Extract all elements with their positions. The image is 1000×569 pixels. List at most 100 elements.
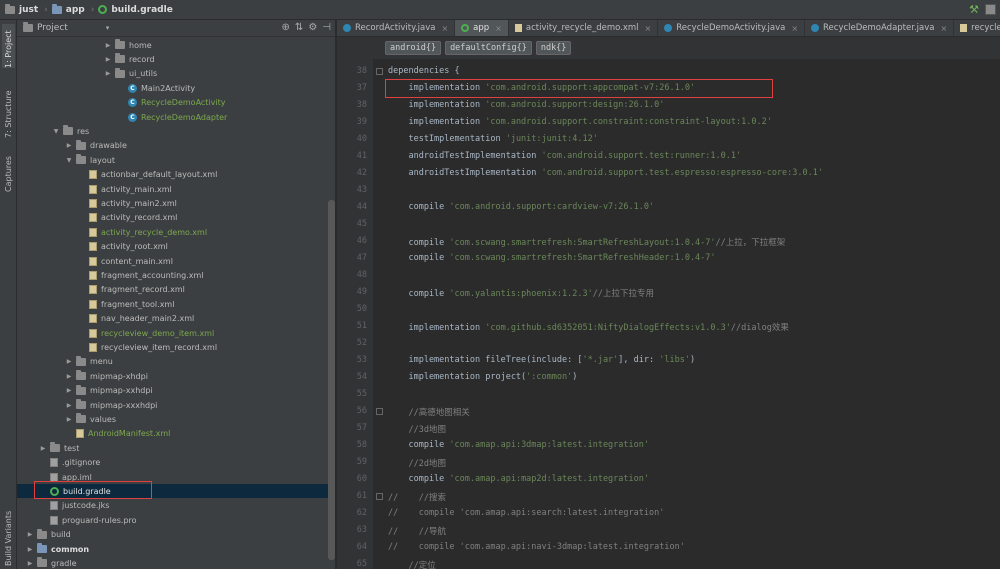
tool-window-structure[interactable]: 7: Structure xyxy=(2,84,15,138)
tree-item[interactable]: ▶ record xyxy=(17,52,329,66)
chevron-down-icon[interactable]: ▾ xyxy=(106,24,110,32)
tree-item-label: activity_root.xml xyxy=(101,242,168,252)
editor-tab[interactable]: activity_recycle_demo.xml × xyxy=(509,20,659,36)
collapsed-arrow-icon[interactable]: ▶ xyxy=(26,546,34,553)
close-icon[interactable]: × xyxy=(791,24,798,33)
tree-item[interactable]: ▶ home xyxy=(17,38,329,52)
code-token: compile xyxy=(388,289,450,299)
collapsed-arrow-icon[interactable]: ▶ xyxy=(65,142,73,149)
collapse-icon[interactable]: ⇅ xyxy=(295,22,303,33)
editor-tab[interactable]: app × xyxy=(455,20,509,36)
collapsed-arrow-icon[interactable]: ▶ xyxy=(65,402,73,409)
comment: //dialog效果 xyxy=(730,323,789,333)
highlight-box xyxy=(385,79,773,98)
close-icon[interactable]: × xyxy=(495,24,502,33)
expanded-arrow-icon[interactable]: ▼ xyxy=(52,128,60,135)
code-line: implementation 'com.android.support:desi… xyxy=(388,100,664,110)
tree-item[interactable]: recycleview_demo_item.xml xyxy=(17,326,329,340)
breadcrumb-file[interactable]: build.gradle xyxy=(98,5,173,15)
collapsed-arrow-icon[interactable]: ▶ xyxy=(39,445,47,452)
xml-file-icon xyxy=(89,198,97,208)
code-token: implementation fileTree(include: [ xyxy=(388,355,583,365)
xml-file-icon xyxy=(89,213,97,223)
tree-item[interactable]: ▶ menu xyxy=(17,355,329,369)
tree-item[interactable]: ▶ values xyxy=(17,412,329,426)
locate-icon[interactable]: ⊕ xyxy=(282,22,290,33)
collapsed-arrow-icon[interactable]: ▶ xyxy=(104,56,112,63)
tree-item[interactable]: justcode.jks xyxy=(17,499,329,513)
tree-item[interactable]: ▶ drawable xyxy=(17,139,329,153)
close-icon[interactable]: × xyxy=(940,24,947,33)
tree-item[interactable]: AndroidManifest.xml xyxy=(17,427,329,441)
breadcrumb-module[interactable]: app xyxy=(51,3,85,15)
collapsed-arrow-icon[interactable]: ▶ xyxy=(104,42,112,49)
tree-item[interactable]: actionbar_default_layout.xml xyxy=(17,168,329,182)
close-icon[interactable]: × xyxy=(441,24,448,33)
editor-tab[interactable]: recycleview_dem× xyxy=(954,20,1000,36)
code-token: compile xyxy=(388,440,450,450)
tree-item[interactable]: activity_record.xml xyxy=(17,211,329,225)
collapsed-arrow-icon[interactable]: ▶ xyxy=(65,416,73,423)
collapsed-arrow-icon[interactable]: ▶ xyxy=(26,531,34,538)
tree-item[interactable]: activity_main2.xml xyxy=(17,196,329,210)
breadcrumb-project[interactable]: just xyxy=(5,3,38,15)
code-editor[interactable]: dependencies { implementation 'com.andro… xyxy=(385,59,1000,569)
fold-marker-icon[interactable] xyxy=(376,408,383,415)
tree-item[interactable]: ▼ layout xyxy=(17,153,329,167)
project-tree: ▶ home ▶ record ▶ ui_utils C Main2Activity C Recy… xyxy=(17,37,329,569)
tool-window-build-variants[interactable]: Build Variants xyxy=(2,508,15,566)
tree-item[interactable]: ▶ common xyxy=(17,542,329,556)
collapsed-arrow-icon[interactable]: ▶ xyxy=(65,358,73,365)
collapsed-arrow-icon[interactable]: ▶ xyxy=(65,373,73,380)
breadcrumb-android[interactable]: android{} xyxy=(385,41,442,55)
collapsed-arrow-icon[interactable]: ▶ xyxy=(65,387,73,394)
tree-item[interactable]: ▶ mipmap-xhdpi xyxy=(17,369,329,383)
code-token: androidTestImplementation xyxy=(388,168,542,178)
tree-scrollbar[interactable] xyxy=(328,200,335,560)
tool-window-project[interactable]: 1: Project xyxy=(2,24,15,68)
tree-item[interactable]: recycleview_item_record.xml xyxy=(17,340,329,354)
fold-marker-icon[interactable] xyxy=(376,493,383,500)
tree-item-label: fragment_record.xml xyxy=(101,285,185,295)
tree-item[interactable]: proguard-rules.pro xyxy=(17,513,329,527)
gear-icon[interactable]: ⚙ xyxy=(308,22,317,33)
hammer-icon[interactable]: ⚒ xyxy=(969,3,979,16)
editor-tab[interactable]: RecycleDemoAdapter.java × xyxy=(805,20,955,36)
close-icon[interactable]: × xyxy=(645,24,652,33)
tree-item[interactable]: C Main2Activity xyxy=(17,81,329,95)
collapsed-arrow-icon[interactable]: ▶ xyxy=(26,560,34,567)
comment: //2d地图 xyxy=(388,459,446,469)
breadcrumb-ndk[interactable]: ndk{} xyxy=(535,41,572,55)
tree-item[interactable]: activity_root.xml xyxy=(17,240,329,254)
code-line: compile 'com.yalantis:phoenix:1.2.3'//上拉… xyxy=(388,287,654,299)
tree-item[interactable]: ▶ mipmap-xxhdpi xyxy=(17,384,329,398)
tree-item[interactable]: ▶ build xyxy=(17,528,329,542)
line-number: 62 xyxy=(356,508,367,518)
tree-item[interactable]: ▶ ui_utils xyxy=(17,67,329,81)
tree-item[interactable]: .gitignore xyxy=(17,456,329,470)
tree-item[interactable]: activity_main.xml xyxy=(17,182,329,196)
tree-item[interactable]: ▼ res xyxy=(17,124,329,138)
tree-item[interactable]: fragment_accounting.xml xyxy=(17,268,329,282)
tree-item[interactable]: C RecycleDemoAdapter xyxy=(17,110,329,124)
run-config-icon[interactable] xyxy=(985,4,996,15)
tree-item[interactable]: ▶ test xyxy=(17,441,329,455)
tree-item[interactable]: ▶ gradle xyxy=(17,556,329,569)
tree-item[interactable]: nav_header_main2.xml xyxy=(17,312,329,326)
hide-icon[interactable]: ⊣ xyxy=(322,22,331,33)
collapsed-arrow-icon[interactable]: ▶ xyxy=(104,70,112,77)
project-view-selector[interactable]: Project xyxy=(37,23,68,33)
tool-window-captures[interactable]: Captures xyxy=(2,152,15,192)
tree-item[interactable]: fragment_tool.xml xyxy=(17,297,329,311)
fold-marker-icon[interactable] xyxy=(376,68,383,75)
tree-item[interactable]: C RecycleDemoActivity xyxy=(17,96,329,110)
tree-item[interactable]: fragment_record.xml xyxy=(17,283,329,297)
tree-item[interactable]: ▶ mipmap-xxxhdpi xyxy=(17,398,329,412)
editor-tab[interactable]: RecordActivity.java × xyxy=(337,20,456,36)
editor-tab[interactable]: RecycleDemoActivity.java × xyxy=(658,20,806,36)
breadcrumb-defaultconfig[interactable]: defaultConfig{} xyxy=(445,41,532,55)
tree-item[interactable]: content_main.xml xyxy=(17,254,329,268)
tree-item-label: mipmap-xhdpi xyxy=(90,371,148,381)
tree-item[interactable]: activity_recycle_demo.xml xyxy=(17,225,329,239)
expanded-arrow-icon[interactable]: ▼ xyxy=(65,157,73,164)
